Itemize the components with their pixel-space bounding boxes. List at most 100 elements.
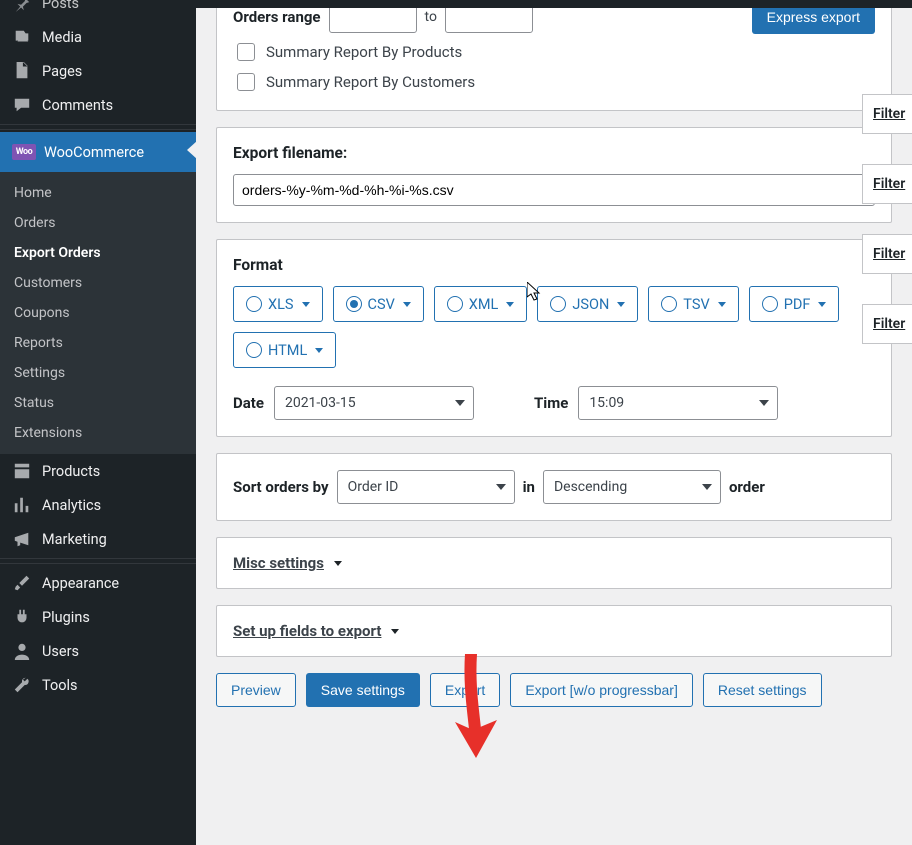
sidebar-item-media[interactable]: Media xyxy=(0,20,196,54)
media-icon xyxy=(12,27,32,47)
checkbox-input[interactable] xyxy=(237,43,255,61)
action-buttons: Preview Save settings Export Export [w/o… xyxy=(216,673,892,707)
caret-down-icon xyxy=(315,348,323,353)
caret-down-icon xyxy=(403,302,411,307)
products-icon xyxy=(12,461,32,481)
format-tsv[interactable]: TSV xyxy=(648,286,738,322)
format-json[interactable]: JSON xyxy=(537,286,638,322)
export-filename-input[interactable] xyxy=(233,174,875,206)
export-wo-progressbar-button[interactable]: Export [w/o progressbar] xyxy=(510,673,693,707)
filter-button[interactable]: Filter xyxy=(862,304,912,344)
caret-down-icon xyxy=(617,302,625,307)
sidebar-item-label: Appearance xyxy=(42,575,119,592)
sub-item-settings[interactable]: Settings xyxy=(0,358,196,388)
pin-icon xyxy=(12,0,32,13)
filter-button[interactable]: Filter xyxy=(862,94,912,134)
woocommerce-badge-icon: Woo xyxy=(12,144,36,160)
sub-item-extensions[interactable]: Extensions xyxy=(0,418,196,448)
format-option-label: CSV xyxy=(368,296,395,313)
orders-range-to-input[interactable] xyxy=(445,8,533,33)
sort-dir-select[interactable]: Descending xyxy=(543,470,721,504)
wrench-icon xyxy=(12,675,32,695)
format-option-label: TSV xyxy=(683,296,709,313)
sidebar-item-analytics[interactable]: Analytics xyxy=(0,488,196,522)
filters-column: Filter Filter Filter Filter xyxy=(862,24,912,344)
format-csv[interactable]: CSV xyxy=(333,286,424,322)
checkbox-label: Summary Report By Products xyxy=(266,43,462,61)
sidebar-item-label: Posts xyxy=(42,0,79,12)
format-option-label: HTML xyxy=(268,342,307,359)
date-label: Date xyxy=(233,394,264,412)
plug-icon xyxy=(12,607,32,627)
summary-customers-checkbox[interactable]: Summary Report By Customers xyxy=(233,70,875,94)
comment-icon xyxy=(12,95,32,115)
radio-icon xyxy=(661,296,677,312)
sidebar-item-appearance[interactable]: Appearance xyxy=(0,566,196,600)
save-settings-button[interactable]: Save settings xyxy=(306,673,420,707)
caret-down-icon xyxy=(506,302,514,307)
caret-down-icon xyxy=(391,629,399,634)
sidebar-item-marketing[interactable]: Marketing xyxy=(0,522,196,556)
chevron-down-icon xyxy=(496,484,506,490)
sub-item-orders[interactable]: Orders xyxy=(0,208,196,238)
sub-item-home[interactable]: Home xyxy=(0,178,196,208)
radio-icon xyxy=(762,296,778,312)
checkbox-label: Summary Report By Customers xyxy=(266,73,475,91)
page-icon xyxy=(12,61,32,81)
sidebar-item-label: Products xyxy=(42,463,100,480)
checkbox-input[interactable] xyxy=(237,73,255,91)
orders-range-card: Orders range to Express export Summary R… xyxy=(216,8,892,111)
sidebar-item-label: Tools xyxy=(42,677,78,694)
misc-settings-toggle[interactable]: Misc settings xyxy=(233,554,342,572)
orders-range-label: Orders range xyxy=(233,8,321,26)
format-card: Format XLS CSV XML JSON TSV PDF HTML Dat… xyxy=(216,239,892,437)
caret-down-icon xyxy=(302,302,310,307)
sidebar-item-tools[interactable]: Tools xyxy=(0,668,196,702)
format-option-label: XLS xyxy=(268,296,294,313)
orders-range-from-input[interactable] xyxy=(329,8,417,33)
express-export-button[interactable]: Express export xyxy=(752,8,875,34)
sub-item-coupons[interactable]: Coupons xyxy=(0,298,196,328)
sidebar-item-label: Marketing xyxy=(42,531,107,548)
sidebar-item-label: Analytics xyxy=(42,497,101,514)
date-select[interactable]: 2021-03-15 xyxy=(274,386,474,420)
sub-item-customers[interactable]: Customers xyxy=(0,268,196,298)
sub-item-export-orders[interactable]: Export Orders xyxy=(0,238,196,268)
marketing-icon xyxy=(12,529,32,549)
filter-button[interactable]: Filter xyxy=(862,234,912,274)
radio-icon xyxy=(246,296,262,312)
format-option-label: XML xyxy=(469,296,499,313)
main-content: Orders range to Express export Summary R… xyxy=(196,8,912,845)
format-xml[interactable]: XML xyxy=(434,286,528,322)
sidebar-item-pages[interactable]: Pages xyxy=(0,54,196,88)
reset-settings-button[interactable]: Reset settings xyxy=(703,673,822,707)
sort-field-select[interactable]: Order ID xyxy=(337,470,515,504)
sidebar-item-products[interactable]: Products xyxy=(0,454,196,488)
time-value: 15:09 xyxy=(589,395,624,411)
sidebar-item-label: Media xyxy=(42,29,82,46)
setup-fields-toggle[interactable]: Set up fields to export xyxy=(233,622,399,640)
preview-button[interactable]: Preview xyxy=(216,673,296,707)
filter-button[interactable]: Filter xyxy=(862,164,912,204)
sub-item-status[interactable]: Status xyxy=(0,388,196,418)
format-pdf[interactable]: PDF xyxy=(749,286,840,322)
format-html[interactable]: HTML xyxy=(233,332,336,368)
export-filename-card: Export filename: xyxy=(216,127,892,223)
sidebar-item-users[interactable]: Users xyxy=(0,634,196,668)
misc-settings-card: Misc settings xyxy=(216,537,892,589)
sidebar-item-label: Plugins xyxy=(42,609,90,626)
sort-label: Sort orders by xyxy=(233,478,329,496)
chevron-down-icon xyxy=(759,400,769,406)
sub-item-reports[interactable]: Reports xyxy=(0,328,196,358)
time-select[interactable]: 15:09 xyxy=(578,386,778,420)
sidebar-item-woocommerce[interactable]: Woo WooCommerce xyxy=(0,132,196,172)
format-option-label: JSON xyxy=(572,296,609,313)
sidebar-item-plugins[interactable]: Plugins xyxy=(0,600,196,634)
format-xls[interactable]: XLS xyxy=(233,286,323,322)
summary-products-checkbox[interactable]: Summary Report By Products xyxy=(233,40,875,64)
sidebar-item-posts[interactable]: Posts xyxy=(0,0,196,20)
current-item-arrow-icon xyxy=(187,141,196,163)
sidebar-item-comments[interactable]: Comments xyxy=(0,88,196,122)
export-button[interactable]: Export xyxy=(430,673,500,707)
admin-sidebar: Posts Media Pages Comments Woo WooCommer… xyxy=(0,0,196,845)
